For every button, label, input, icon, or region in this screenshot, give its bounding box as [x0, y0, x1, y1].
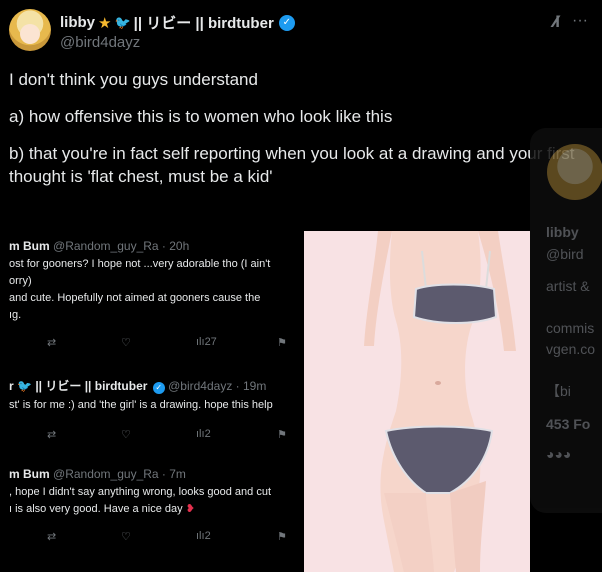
card-badge: 【bi — [546, 383, 571, 399]
bird-icon: 🐦 — [114, 14, 131, 30]
card-bio-line: vgen.co — [546, 341, 596, 357]
views-count: 2 — [204, 428, 211, 440]
card-bio-line: artist & — [546, 278, 590, 294]
card-avatar — [547, 144, 602, 200]
reply-line: ost for gooners? I hope not ...very ador… — [9, 258, 271, 270]
figure-drawing — [364, 231, 516, 572]
card-name: libby — [546, 224, 579, 240]
author-handle[interactable]: @bird4dayz — [60, 34, 140, 51]
views-icon: ılı 2 — [196, 428, 211, 440]
reply-author: m Bum — [9, 239, 50, 253]
retweet-icon: ⇄ — [47, 531, 57, 543]
tweet-line: I don't think you guys understand — [9, 70, 258, 89]
tweet-text: I don't think you guys understand a) how… — [9, 68, 589, 202]
avatar-face — [20, 24, 40, 44]
like-icon: ♡ — [121, 531, 131, 543]
embedded-reply: m Bum @Random_guy_Ra · 20h ost for goone… — [9, 239, 304, 350]
card-follower-avatars: ◕◕◕ — [546, 446, 572, 462]
reply-meta: @Random_guy_Ra · 7m — [53, 467, 186, 481]
card-badge-text: bi — [560, 383, 571, 399]
reply-author: m Bum — [9, 467, 50, 481]
grok-icon[interactable]: ⁄⁄I — [554, 12, 561, 32]
more-icon[interactable]: ··· — [572, 12, 588, 32]
reply-meta: @bird4dayz · 19m — [168, 379, 267, 393]
embedded-reply: r 🐦 || リビー || birdtuber ✓ @bird4dayz · 1… — [9, 377, 304, 442]
card-bio-line: commis — [546, 320, 595, 336]
tweet-line: b) that you're in fact self reporting wh… — [9, 144, 575, 186]
like-icon: ♡ — [121, 429, 131, 441]
reply-line: st' is for me :) and 'the girl' is a dra… — [9, 399, 273, 411]
reply-line: ıg. — [9, 309, 22, 321]
verified-badge-icon[interactable]: ✓ — [278, 14, 295, 31]
card-handle: @bird — [546, 246, 584, 262]
author-name-suffix[interactable]: || リビー || birdtuber — [134, 12, 274, 33]
retweet-icon: ⇄ — [47, 429, 57, 441]
header-actions: ⁄⁄I ··· — [554, 12, 588, 32]
reply-author: || リビー || birdtuber — [35, 379, 148, 393]
reply-line: orry) — [9, 275, 32, 287]
reply-line: , hope I didn't say anything wrong, look… — [9, 486, 271, 498]
author-display-name[interactable]: libby — [60, 14, 95, 31]
author-name-row[interactable]: libby ★ 🐦 || リビー || birdtuber ✓ — [60, 12, 295, 33]
tweet-line: a) how offensive this is to women who lo… — [9, 107, 393, 126]
artwork-image — [304, 231, 530, 572]
author-avatar[interactable] — [9, 9, 51, 51]
bookmark-icon: ⚑ — [277, 531, 287, 543]
bird-icon: 🐦 — [17, 379, 32, 393]
verified-badge-icon: ✓ — [152, 381, 165, 394]
profile-hover-card: libby @bird artist & commis vgen.co 【bi … — [530, 128, 602, 513]
views-count: 27 — [204, 336, 217, 348]
retweet-icon: ⇄ — [47, 337, 57, 349]
reply-line: ı is also very good. Have a nice day ❥ — [9, 503, 195, 515]
embedded-screenshot: m Bum @Random_guy_Ra · 20h ost for goone… — [9, 231, 304, 572]
embedded-reply: m Bum @Random_guy_Ra · 7m , hope I didn'… — [9, 467, 304, 544]
views-icon: ılı 2 — [196, 530, 211, 542]
reply-line: and cute. Hopefully not aimed at gooners… — [9, 292, 261, 304]
like-icon: ♡ — [121, 337, 131, 349]
star-icon: ★ — [98, 14, 112, 32]
heart-lips-icon: ❥ — [185, 503, 195, 515]
bookmark-icon: ⚑ — [277, 429, 287, 441]
card-followers: 453 Fo — [546, 416, 591, 432]
reply-meta: @Random_guy_Ra · 20h — [53, 239, 190, 253]
views-icon: ılı 27 — [196, 336, 217, 348]
views-count: 2 — [204, 530, 211, 542]
tweet-media[interactable]: m Bum @Random_guy_Ra · 20h ost for goone… — [9, 231, 530, 572]
bookmark-icon: ⚑ — [277, 337, 287, 349]
